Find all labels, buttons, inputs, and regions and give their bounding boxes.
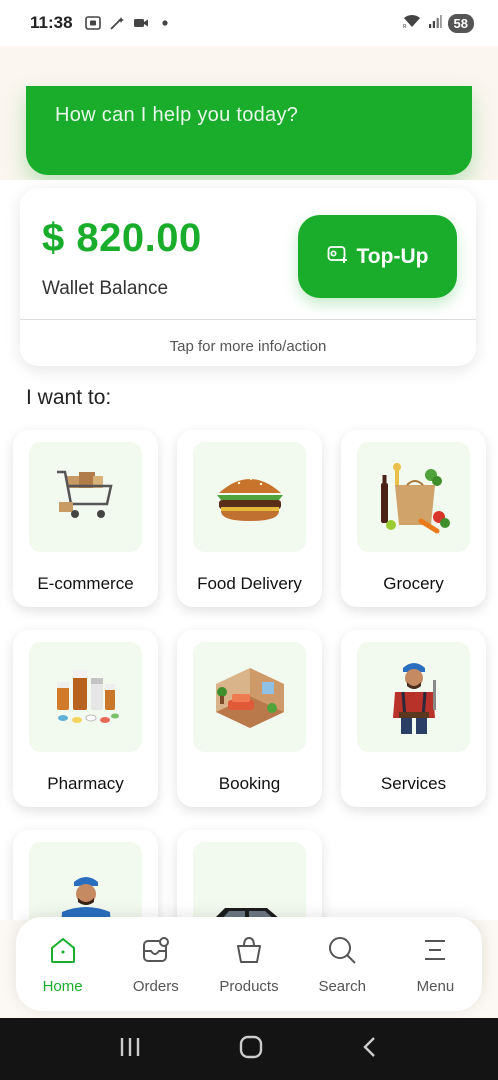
status-time: 11:38 bbox=[30, 13, 73, 32]
main-content[interactable]: $ 820.00 Wallet Balance Top-Up Tap for m… bbox=[0, 180, 498, 920]
category-label: Booking bbox=[218, 774, 281, 793]
bottom-nav: Home Orders Products Search Menu bbox=[16, 917, 482, 1011]
hero-section: How can I help you today? bbox=[0, 46, 498, 180]
category-ecommerce[interactable]: E-commerce bbox=[13, 430, 158, 607]
medicine-bottles-icon bbox=[29, 642, 142, 752]
status-bar: 11:38 R 58 bbox=[0, 0, 498, 46]
category-label: E-commerce bbox=[37, 574, 134, 593]
category-delivery[interactable] bbox=[13, 830, 158, 920]
wallet-plus-icon bbox=[327, 244, 349, 270]
screenshot-icon bbox=[84, 16, 101, 30]
nav-label: Home bbox=[42, 978, 83, 995]
signal-icon bbox=[428, 13, 442, 34]
category-booking[interactable]: Booking bbox=[177, 630, 322, 807]
magic-wand-icon bbox=[109, 16, 125, 30]
category-label: Pharmacy bbox=[47, 774, 124, 793]
shopping-cart-icon bbox=[29, 442, 142, 552]
orders-icon bbox=[141, 935, 171, 970]
nav-home[interactable]: Home bbox=[16, 917, 109, 1011]
category-grocery[interactable]: Grocery bbox=[341, 430, 486, 607]
topup-label: Top-Up bbox=[356, 244, 429, 268]
help-banner[interactable] bbox=[26, 86, 472, 175]
category-label: Services bbox=[380, 774, 447, 793]
wallet-hint[interactable]: Tap for more info/action bbox=[20, 338, 476, 355]
nav-products[interactable]: Products bbox=[202, 917, 295, 1011]
home-button-icon[interactable] bbox=[238, 1034, 264, 1065]
dot-icon bbox=[157, 16, 173, 30]
worker-icon bbox=[357, 642, 470, 752]
nav-label: Menu bbox=[416, 978, 455, 995]
menu-icon bbox=[420, 935, 450, 970]
nav-label: Products bbox=[219, 978, 279, 995]
delivery-man-icon bbox=[29, 842, 142, 920]
nav-menu[interactable]: Menu bbox=[389, 917, 482, 1011]
category-pharmacy[interactable]: Pharmacy bbox=[13, 630, 158, 807]
nav-search[interactable]: Search bbox=[296, 917, 389, 1011]
category-services[interactable]: Services bbox=[341, 630, 486, 807]
status-notification-icons bbox=[84, 16, 173, 30]
video-camera-icon bbox=[133, 16, 149, 30]
car-icon bbox=[193, 842, 306, 920]
topup-button[interactable]: Top-Up bbox=[298, 215, 457, 298]
category-food-delivery[interactable]: Food Delivery bbox=[177, 430, 322, 607]
section-title: I want to: bbox=[26, 386, 112, 409]
nav-label: Orders bbox=[132, 978, 179, 995]
svg-text:R: R bbox=[403, 24, 407, 29]
recent-apps-icon[interactable] bbox=[118, 1036, 142, 1063]
status-system-icons: R 58 bbox=[402, 13, 474, 34]
nav-orders[interactable]: Orders bbox=[109, 917, 202, 1011]
search-icon bbox=[327, 935, 357, 970]
nav-label: Search bbox=[318, 978, 366, 995]
category-car[interactable] bbox=[177, 830, 322, 920]
system-nav-bar bbox=[0, 1018, 498, 1080]
shopping-bag-icon bbox=[234, 935, 264, 970]
category-label: Food Delivery bbox=[197, 574, 302, 593]
category-label: Grocery bbox=[383, 574, 444, 593]
grocery-bag-icon bbox=[357, 442, 470, 552]
burger-icon bbox=[193, 442, 306, 552]
wallet-label: Wallet Balance bbox=[42, 278, 169, 299]
help-prompt[interactable]: How can I help you today? bbox=[55, 104, 298, 127]
back-icon[interactable] bbox=[360, 1035, 380, 1064]
wallet-divider bbox=[20, 319, 476, 320]
wifi-icon: R bbox=[402, 13, 422, 34]
wallet-card[interactable]: $ 820.00 Wallet Balance Top-Up Tap for m… bbox=[20, 188, 476, 366]
room-icon bbox=[193, 642, 306, 752]
home-icon bbox=[48, 935, 78, 970]
wallet-amount: $ 820.00 bbox=[42, 216, 202, 260]
battery-indicator: 58 bbox=[447, 13, 474, 33]
